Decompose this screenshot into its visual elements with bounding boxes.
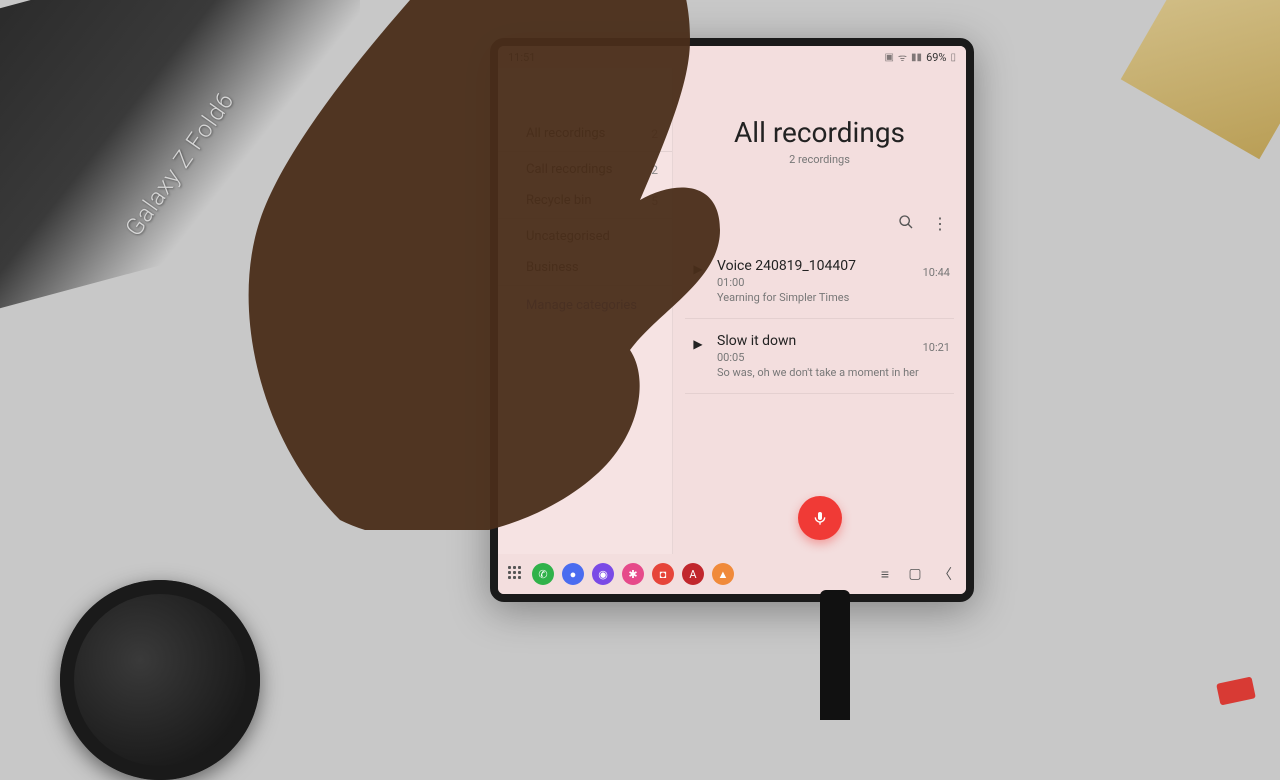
nav-back-icon[interactable]: 〈 bbox=[934, 564, 956, 584]
recording-duration: 00:05 bbox=[717, 351, 950, 364]
drawer-item-calls[interactable]: Call recordings 2 bbox=[498, 154, 672, 185]
dock-app-messages[interactable]: ● bbox=[562, 563, 584, 585]
status-battery: 69% bbox=[926, 51, 946, 64]
record-button[interactable] bbox=[798, 496, 842, 540]
signal-icon: ▮▮ bbox=[911, 52, 922, 63]
play-icon[interactable]: ▶ bbox=[689, 258, 707, 276]
nav-recents-icon[interactable]: ≡ bbox=[874, 566, 896, 583]
device-screen: 11:51 ▣ ᯤ ▮▮ 69% ▯ All recordings 2 Call… bbox=[490, 38, 974, 602]
recording-snippet: So was, oh we don't take a moment in her bbox=[717, 366, 950, 379]
smartwatch bbox=[60, 580, 260, 780]
dock-app-acrobat[interactable]: A bbox=[682, 563, 704, 585]
drawer-item-all[interactable]: All recordings 2 bbox=[498, 118, 672, 149]
page-title: All recordings bbox=[685, 116, 954, 149]
wifi-icon: ᯤ bbox=[898, 50, 907, 64]
desk-object-corner bbox=[1121, 0, 1280, 159]
dock-app-viber[interactable]: ◉ bbox=[592, 563, 614, 585]
drawer-item-label: Call recordings bbox=[526, 162, 612, 177]
drawer-item-recycle[interactable]: Recycle bin 5 bbox=[498, 185, 672, 216]
drawer-divider bbox=[498, 285, 672, 286]
battery-icon: ▯ bbox=[950, 52, 956, 63]
recording-title: Slow it down bbox=[717, 333, 950, 349]
recording-timestamp: 10:21 bbox=[923, 341, 950, 354]
drawer-item-count: 2 bbox=[651, 127, 658, 141]
status-bar: 11:51 ▣ ᯤ ▮▮ 69% ▯ bbox=[498, 46, 966, 68]
recording-row[interactable]: ▶ Slow it down 00:05 So was, oh we don't… bbox=[685, 319, 954, 394]
nfc-icon: ▣ bbox=[884, 52, 893, 63]
drawer-item-label: All recordings bbox=[526, 126, 605, 141]
apps-grid-icon[interactable] bbox=[508, 566, 524, 582]
drawer-item-uncategorised[interactable]: Uncategorised bbox=[498, 221, 672, 252]
drawer-item-label: Business bbox=[526, 260, 579, 275]
play-icon[interactable]: ▶ bbox=[689, 333, 707, 351]
drawer-item-count: 2 bbox=[651, 163, 658, 177]
recording-row[interactable]: ▶ Voice 240819_104407 01:00 Yearning for… bbox=[685, 244, 954, 319]
recording-title: Voice 240819_104407 bbox=[717, 258, 950, 274]
recording-duration: 01:00 bbox=[717, 276, 950, 289]
recording-timestamp: 10:44 bbox=[923, 266, 950, 279]
more-icon[interactable]: ⋮ bbox=[932, 214, 948, 234]
drawer-item-count: 5 bbox=[651, 194, 658, 208]
search-icon[interactable] bbox=[898, 214, 914, 234]
drawer-item-business[interactable]: Business bbox=[498, 252, 672, 283]
usb-cable bbox=[820, 590, 850, 720]
dock-app-app-pink[interactable]: ✱ bbox=[622, 563, 644, 585]
taskbar: ✆ ● ◉ ✱ ◘ A ▲ ≡ ▢ 〈 bbox=[498, 554, 966, 594]
drawer-divider bbox=[498, 151, 672, 152]
channel-badge bbox=[1216, 676, 1256, 705]
dock-app-app-orange[interactable]: ▲ bbox=[712, 563, 734, 585]
manage-categories-link[interactable]: Manage categories bbox=[498, 288, 672, 323]
drawer-item-label: Uncategorised bbox=[526, 229, 610, 244]
drawer-item-label: Recycle bin bbox=[526, 193, 592, 208]
dock-app-instagram[interactable]: ◘ bbox=[652, 563, 674, 585]
drawer-divider bbox=[498, 218, 672, 219]
recording-snippet: Yearning for Simpler Times bbox=[717, 291, 950, 304]
recordings-pane: All recordings 2 recordings ⋮ ▶ Voice 24… bbox=[673, 68, 966, 554]
page-subtitle: 2 recordings bbox=[685, 153, 954, 166]
category-drawer: All recordings 2 Call recordings 2 Recyc… bbox=[498, 68, 673, 554]
nav-home-icon[interactable]: ▢ bbox=[904, 566, 926, 582]
dock-app-phone[interactable]: ✆ bbox=[532, 563, 554, 585]
status-time: 11:51 bbox=[508, 51, 535, 64]
